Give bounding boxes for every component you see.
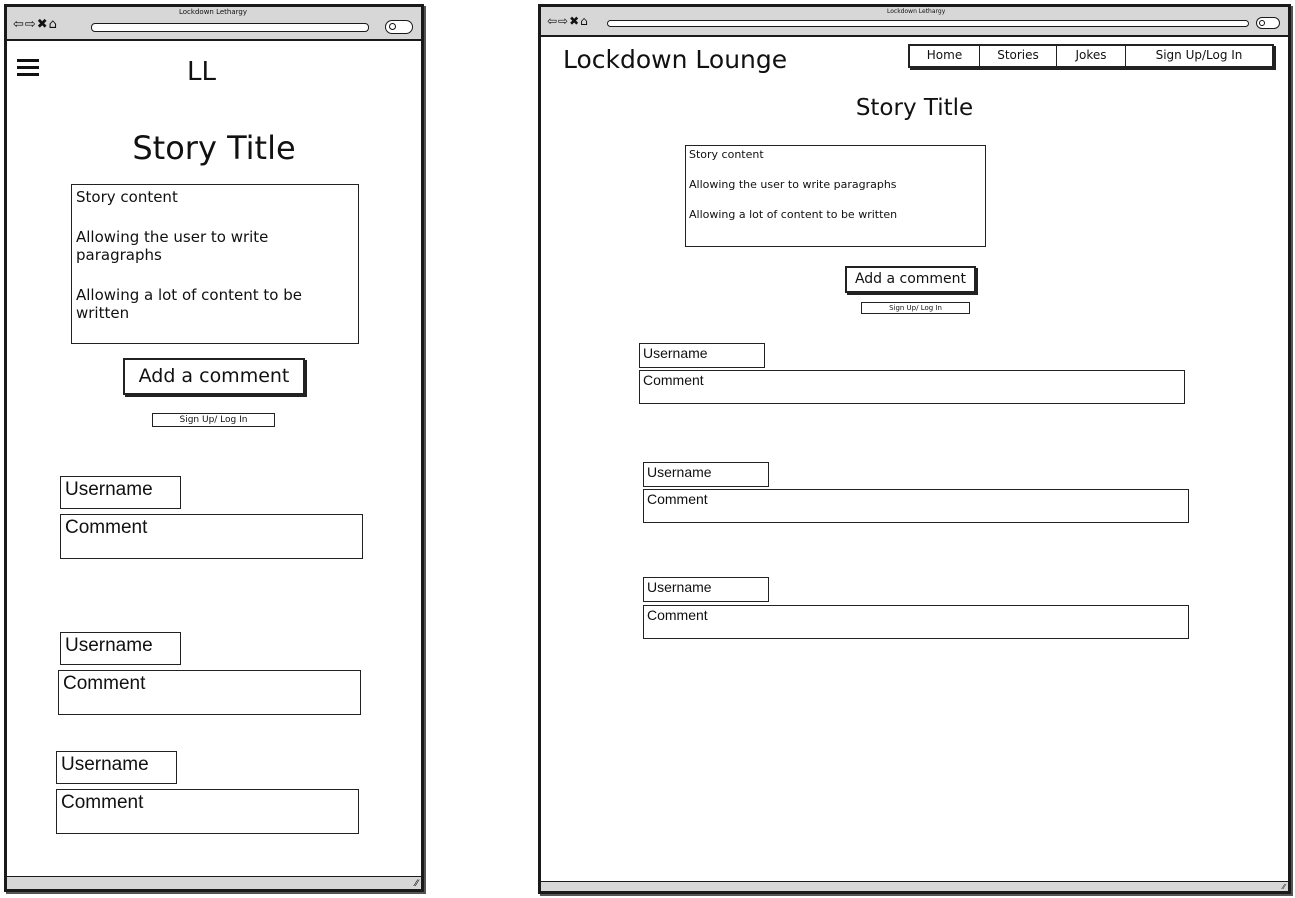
signup-login-button[interactable]: Sign Up/ Log In (152, 413, 275, 427)
main-nav: Home Stories Jokes Sign Up/Log In (908, 44, 1274, 68)
story-content-line: Story content (76, 188, 178, 206)
story-content-line: Allowing a lot of content to be written (76, 286, 302, 322)
story-title: Story Title (855, 95, 974, 121)
story-content-line: Story content (689, 148, 764, 161)
comment-body: Comment (58, 670, 361, 715)
mobile-wireframe: Lockdown Lethargy ⇦⇨✖⌂ LL Story Title St… (4, 4, 424, 892)
add-comment-button[interactable]: Add a comment (845, 266, 976, 293)
nav-home[interactable]: Home (910, 46, 980, 66)
story-content-line: Allowing the user to write paragraphs (689, 178, 897, 191)
story-content-box[interactable]: Story content Allowing the user to write… (685, 145, 986, 247)
browser-statusbar: ⁄⁄ (541, 881, 1288, 891)
browser-title: Lockdown Lethargy (179, 8, 247, 16)
add-comment-button[interactable]: Add a comment (123, 358, 305, 395)
browser-nav-icons[interactable]: ⇦⇨✖⌂ (13, 17, 58, 32)
comment-username: Username (643, 577, 769, 602)
comment-body: Comment (643, 605, 1189, 639)
browser-toolbar: Lockdown Lethargy ⇦⇨✖⌂ (541, 7, 1288, 37)
story-content-box[interactable]: Story content Allowing the user to write… (71, 184, 359, 344)
story-content-line: Allowing a lot of content to be written (689, 208, 898, 221)
browser-statusbar: ⁄⁄ (7, 876, 421, 889)
browser-toolbar: Lockdown Lethargy ⇦⇨✖⌂ (7, 7, 421, 41)
site-logo[interactable]: LL (187, 57, 216, 87)
site-title[interactable]: Lockdown Lounge (563, 45, 787, 74)
comment-body: Comment (56, 789, 359, 834)
nav-jokes[interactable]: Jokes (1057, 46, 1126, 66)
search-icon[interactable] (385, 20, 413, 34)
nav-signup-login[interactable]: Sign Up/Log In (1126, 46, 1272, 66)
comment-body: Comment (60, 514, 363, 559)
address-bar[interactable] (91, 23, 369, 32)
browser-nav-icons[interactable]: ⇦⇨✖⌂ (547, 14, 589, 28)
story-content-line: Allowing the user to write paragraphs (76, 228, 269, 264)
comment-body: Comment (643, 489, 1189, 523)
nav-stories[interactable]: Stories (980, 46, 1057, 66)
story-title: Story Title (132, 129, 296, 167)
comment-body: Comment (639, 370, 1185, 404)
hamburger-menu-icon[interactable] (17, 59, 39, 77)
signup-login-button[interactable]: Sign Up/ Log In (861, 302, 970, 314)
resize-grip-icon[interactable]: ⁄⁄ (1283, 883, 1285, 891)
resize-grip-icon[interactable]: ⁄⁄ (415, 879, 418, 889)
address-bar[interactable] (607, 20, 1249, 27)
desktop-wireframe: Lockdown Lethargy ⇦⇨✖⌂ Lockdown Lounge H… (538, 4, 1291, 894)
browser-title: Lockdown Lethargy (887, 8, 946, 15)
comment-username: Username (60, 632, 181, 665)
comment-username: Username (643, 462, 769, 487)
comment-username: Username (56, 751, 177, 784)
comment-username: Username (60, 476, 181, 509)
search-icon[interactable] (1256, 17, 1280, 29)
comment-username: Username (639, 343, 765, 368)
